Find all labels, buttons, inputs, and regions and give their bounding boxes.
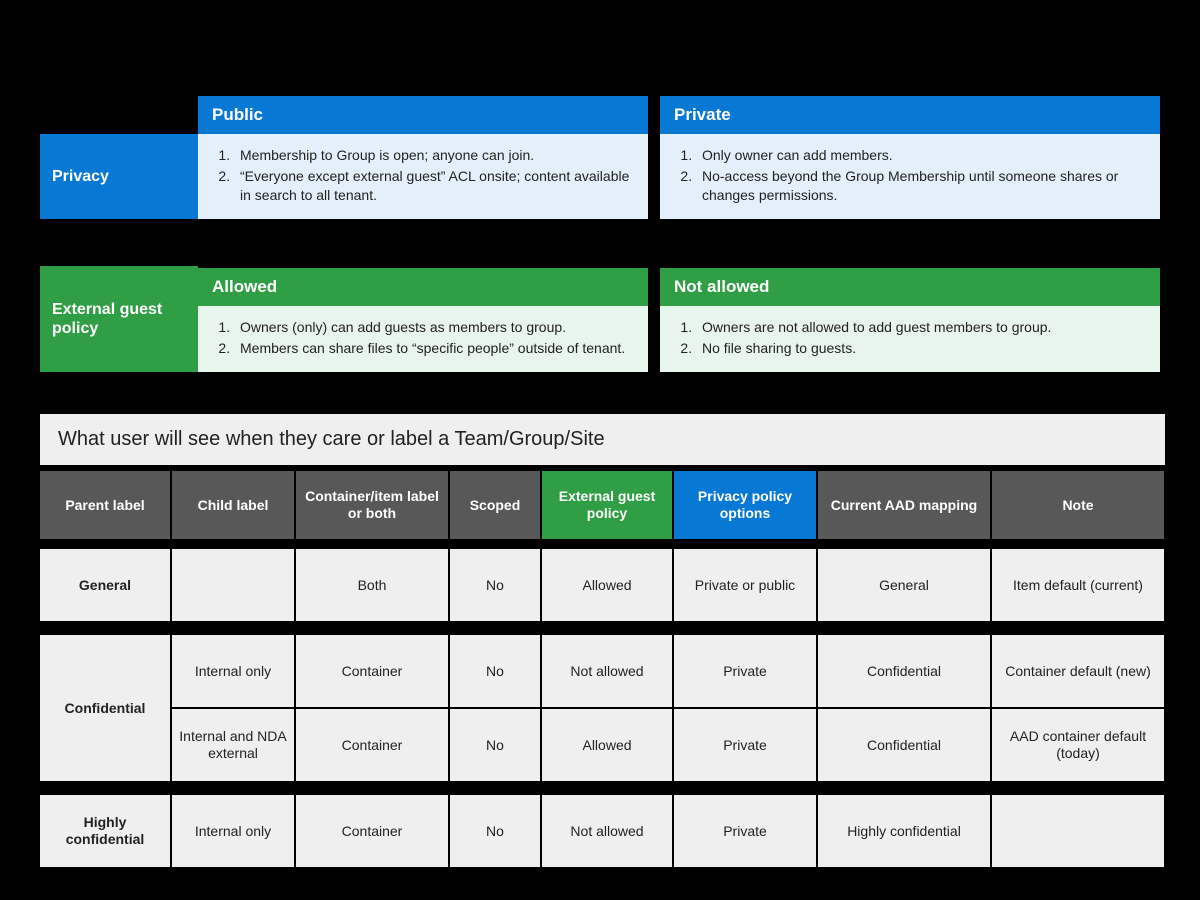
label-table-caption: What user will see when they care or lab… bbox=[40, 412, 1165, 465]
cell-guest: Allowed bbox=[542, 549, 672, 621]
gap bbox=[648, 94, 660, 134]
cell-note: Item default (current) bbox=[992, 549, 1164, 621]
label-table-section: What user will see when they care or lab… bbox=[40, 412, 1165, 867]
cell-aad: General bbox=[818, 549, 990, 621]
privacy-section: Privacy Public Private Membership to Gro… bbox=[40, 94, 1160, 219]
cell-aad: Confidential bbox=[818, 635, 990, 707]
cell-parent: Highly confidential bbox=[40, 795, 170, 867]
privacy-row-label: Privacy bbox=[40, 134, 198, 219]
privacy-private-body: Only owner can add members. No-access be… bbox=[660, 134, 1160, 219]
cell-guest: Allowed bbox=[542, 709, 672, 781]
cell-guest: Not allowed bbox=[542, 635, 672, 707]
cell-type: Container bbox=[296, 709, 448, 781]
col-scoped: Scoped bbox=[450, 471, 540, 539]
guest-allowed-body: Owners (only) can add guests as members … bbox=[198, 306, 648, 372]
cell-note bbox=[992, 795, 1164, 867]
guest-notallowed-header: Not allowed bbox=[660, 266, 1160, 306]
privacy-public-header: Public bbox=[198, 94, 648, 134]
cell-aad: Confidential bbox=[818, 709, 990, 781]
cell-child: Internal only bbox=[172, 795, 294, 867]
row-separator bbox=[40, 539, 1164, 549]
guest-row-label: External guest policy bbox=[40, 266, 198, 372]
guest-notallowed-item: Owners are not allowed to add guest memb… bbox=[696, 318, 1148, 337]
cell-note: Container default (new) bbox=[992, 635, 1164, 707]
gap bbox=[648, 266, 660, 306]
row-separator bbox=[40, 781, 1164, 795]
gap bbox=[648, 306, 660, 372]
cell-scoped: No bbox=[450, 795, 540, 867]
cell-child: Internal only bbox=[172, 635, 294, 707]
privacy-public-item: “Everyone except external guest” ACL ons… bbox=[234, 167, 636, 205]
privacy-public-item: Membership to Group is open; anyone can … bbox=[234, 146, 636, 165]
label-table: Parent label Child label Container/item … bbox=[40, 465, 1165, 867]
col-aad-mapping: Current AAD mapping bbox=[818, 471, 990, 539]
privacy-public-body: Membership to Group is open; anyone can … bbox=[198, 134, 648, 219]
cell-privacy: Private bbox=[674, 635, 816, 707]
cell-privacy: Private bbox=[674, 795, 816, 867]
guest-notallowed-item: No file sharing to guests. bbox=[696, 339, 1148, 358]
col-privacy-policy: Privacy policy options bbox=[674, 471, 816, 539]
cell-scoped: No bbox=[450, 709, 540, 781]
col-container-item: Container/item label or both bbox=[296, 471, 448, 539]
cell-privacy: Private bbox=[674, 709, 816, 781]
guest-allowed-header: Allowed bbox=[198, 266, 648, 306]
col-child-label: Child label bbox=[172, 471, 294, 539]
cell-note: AAD container default (today) bbox=[992, 709, 1164, 781]
page: Privacy Public Private Membership to Gro… bbox=[0, 0, 1200, 900]
gap bbox=[648, 134, 660, 219]
cell-type: Container bbox=[296, 795, 448, 867]
cell-child bbox=[172, 549, 294, 621]
col-note: Note bbox=[992, 471, 1164, 539]
privacy-private-item: No-access beyond the Group Membership un… bbox=[696, 167, 1148, 205]
guest-notallowed-body: Owners are not allowed to add guest memb… bbox=[660, 306, 1160, 372]
cell-scoped: No bbox=[450, 549, 540, 621]
cell-type: Container bbox=[296, 635, 448, 707]
cell-parent: Confidential bbox=[40, 635, 170, 781]
cell-parent: General bbox=[40, 549, 170, 621]
col-parent-label: Parent label bbox=[40, 471, 170, 539]
col-guest-policy: External guest policy bbox=[542, 471, 672, 539]
cell-child: Internal and NDA external bbox=[172, 709, 294, 781]
guest-allowed-item: Owners (only) can add guests as members … bbox=[234, 318, 636, 337]
guest-section: External guest policy Allowed Not allowe… bbox=[40, 266, 1160, 372]
cell-guest: Not allowed bbox=[542, 795, 672, 867]
cell-scoped: No bbox=[450, 635, 540, 707]
privacy-private-header: Private bbox=[660, 94, 1160, 134]
privacy-private-item: Only owner can add members. bbox=[696, 146, 1148, 165]
guest-allowed-item: Members can share files to “specific peo… bbox=[234, 339, 636, 358]
cell-privacy: Private or public bbox=[674, 549, 816, 621]
row-separator bbox=[40, 621, 1164, 635]
cell-aad: Highly confidential bbox=[818, 795, 990, 867]
cell-type: Both bbox=[296, 549, 448, 621]
